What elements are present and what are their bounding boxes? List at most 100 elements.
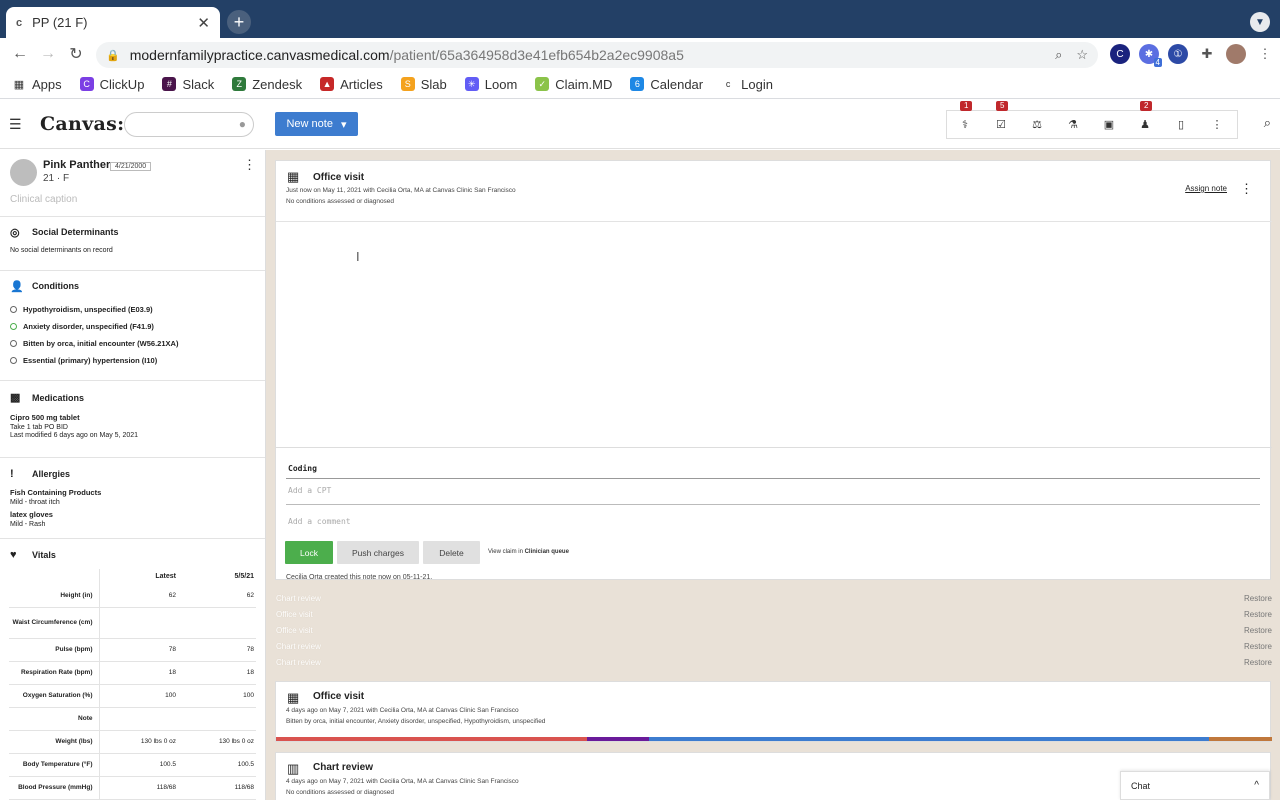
- past-note-card[interactable]: ▦ Office visit 4 days ago on May 7, 2021…: [275, 681, 1272, 742]
- clinical-caption[interactable]: Clinical caption: [10, 194, 77, 205]
- new-tab-button[interactable]: +: [227, 10, 251, 34]
- extension-gear-icon[interactable]: ✱ 4: [1139, 44, 1162, 67]
- social-empty: No social determinants on record: [10, 247, 113, 254]
- bookmark-clickup[interactable]: C ClickUp: [79, 77, 144, 92]
- note-title[interactable]: Office visit: [313, 172, 364, 183]
- url-path: /patient/65a364958d3e41efb654b2a2ec9908a…: [389, 47, 684, 63]
- condition-status-icon: [10, 357, 17, 364]
- comment-input[interactable]: Add a comment: [288, 517, 351, 526]
- conditions-section: 👤 Conditions Hypothyroidism, unspecified …: [0, 270, 265, 380]
- condition-item[interactable]: Anxiety disorder, unspecified (F41.9): [0, 318, 265, 335]
- chat-widget[interactable]: Chat ^: [1120, 771, 1270, 800]
- person-icon: ●: [238, 117, 246, 131]
- building-icon: ▦: [287, 169, 300, 184]
- allergies-header[interactable]: ! Allergies: [0, 458, 265, 489]
- vitals-table: Latest 5/5/21 Height (in) 62 62 Waist Circu…: [9, 569, 256, 800]
- close-tab-icon[interactable]: ✕: [197, 14, 210, 32]
- condition-item[interactable]: Essential (primary) hypertension (I10): [0, 352, 265, 369]
- address-bar[interactable]: 🔒 modernfamilypractice.canvasmedical.com…: [96, 42, 1098, 68]
- image-icon[interactable]: ▣: [1091, 118, 1127, 131]
- patient-avatar: [10, 159, 37, 186]
- assign-note-link[interactable]: Assign note: [1185, 184, 1227, 193]
- cpt-input[interactable]: Add a CPT: [288, 486, 331, 495]
- bookmarks-bar: ▦ Apps C ClickUp # Slack Z Zendesk ▲ Articles…: [0, 70, 1280, 99]
- patient-dob: 4/21/2000: [110, 162, 152, 171]
- tasks-checkbox-icon[interactable]: ☑ 5: [983, 101, 1019, 131]
- browser-toolbar: ← → ↻ 🔒 modernfamilypractice.canvasmedic…: [0, 38, 1280, 70]
- medication-name: Cipro 500 mg tablet: [10, 413, 80, 422]
- patient-search-input[interactable]: ●: [124, 112, 254, 137]
- bookmark-slack[interactable]: # Slack: [162, 77, 214, 92]
- status-bar-orange: [1209, 737, 1272, 741]
- chevron-up-icon[interactable]: ^: [1254, 780, 1259, 791]
- lab-flask-icon[interactable]: ⚗: [1055, 118, 1091, 131]
- allergies-section: ! Allergies Fish Containing Products Mild …: [0, 457, 265, 538]
- tab-search-icon[interactable]: ▼: [1250, 12, 1270, 32]
- back-icon[interactable]: ←: [6, 45, 34, 63]
- bookmark-slab[interactable]: S Slab: [400, 77, 447, 92]
- patient-name[interactable]: Pink Panther: [43, 159, 110, 171]
- forward-icon[interactable]: →: [34, 45, 62, 63]
- restore-link[interactable]: Restore: [1244, 610, 1272, 619]
- bookmark-star-icon[interactable]: ☆: [1076, 47, 1088, 63]
- restore-link[interactable]: Restore: [1244, 658, 1272, 667]
- browser-tab[interactable]: c PP (21 F) ✕: [6, 7, 220, 38]
- timeline: ▦ Office visit Just now on May 11, 2021 …: [266, 150, 1280, 800]
- hamburger-menu-icon[interactable]: ☰: [9, 116, 22, 133]
- referral-person-icon[interactable]: ♟ 2: [1127, 101, 1163, 131]
- social-header[interactable]: ◎ Social Determinants: [0, 217, 265, 247]
- caduceus-icon[interactable]: ⚕ 1: [947, 101, 983, 131]
- delete-button[interactable]: Delete: [423, 541, 480, 564]
- browser-menu-icon[interactable]: ⋮: [1255, 44, 1275, 64]
- patient-menu-icon[interactable]: ⋮: [243, 157, 256, 173]
- bookmark-claimmd[interactable]: ✓ Claim.MD: [535, 77, 612, 92]
- profile-avatar[interactable]: [1226, 44, 1246, 64]
- extension-password-icon[interactable]: ①: [1168, 44, 1188, 64]
- extensions-puzzle-icon[interactable]: ✚: [1197, 44, 1217, 64]
- app-header: ☰ Canvas: ● New note ▾ ⚕ 1 ☑ 5 ⚖ ⚗ ▣ ♟ 2 ▯ …: [0, 100, 1280, 149]
- new-note-button[interactable]: New note ▾: [275, 112, 358, 136]
- condition-item[interactable]: Bitten by orca, initial encounter (W56.2…: [0, 335, 265, 352]
- note-created-text: Cecilia Orta created this note now on 05…: [286, 574, 433, 581]
- vitals-row: Respiration Rate (bpm) 18 18: [9, 661, 256, 685]
- allergy-item[interactable]: latex gloves Mild - Rash: [0, 510, 265, 529]
- clinician-queue-link[interactable]: Clinician queue: [525, 549, 569, 555]
- note-menu-icon[interactable]: ⋮: [1240, 181, 1253, 197]
- vitals-header[interactable]: ♥ Vitals: [0, 539, 265, 571]
- restore-link[interactable]: Restore: [1244, 642, 1272, 651]
- more-options-icon[interactable]: ⋮: [1199, 118, 1235, 131]
- condition-item[interactable]: Hypothyroidism, unspecified (E03.9): [0, 301, 265, 318]
- lock-button[interactable]: Lock: [285, 541, 333, 564]
- heartbeat-icon: ♥: [10, 549, 17, 561]
- allergy-item[interactable]: Fish Containing Products Mild - throat it…: [0, 488, 265, 507]
- search-icon[interactable]: ⌕: [1264, 115, 1271, 131]
- deleted-note-row: Office visit Restore: [276, 625, 1272, 635]
- past-note-detail: Bitten by orca, initial encounter, Anxie…: [286, 718, 546, 725]
- status-bar-red: [276, 737, 587, 741]
- scale-icon[interactable]: ⚖: [1019, 118, 1055, 131]
- extension-c-icon[interactable]: C: [1110, 44, 1130, 64]
- medication-item[interactable]: Cipro 500 mg tablet Take 1 tab PO BID La…: [0, 413, 265, 441]
- status-bar-purple: [587, 737, 649, 741]
- lock-icon: 🔒: [106, 49, 120, 62]
- restore-link[interactable]: Restore: [1244, 626, 1272, 635]
- bookmark-loom[interactable]: ✳ Loom: [464, 77, 517, 92]
- medications-section: ▩ Medications Cipro 500 mg tablet Take 1 …: [0, 380, 265, 457]
- bookmark-articles[interactable]: ▲ Articles: [320, 77, 383, 92]
- restore-link[interactable]: Restore: [1244, 594, 1272, 603]
- bookmark-login[interactable]: c Login: [721, 77, 773, 92]
- document-icon[interactable]: ▯: [1163, 118, 1199, 131]
- coding-label: Coding: [288, 464, 317, 473]
- note-body[interactable]: [276, 222, 1272, 447]
- bookmark-calendar[interactable]: 6 Calendar: [630, 77, 703, 92]
- medications-header[interactable]: ▩ Medications: [0, 381, 265, 414]
- apps-grid-icon: ▦: [12, 77, 26, 91]
- push-charges-button[interactable]: Push charges: [337, 541, 419, 564]
- bookmark-apps[interactable]: ▦ Apps: [12, 77, 62, 92]
- conditions-header[interactable]: 👤 Conditions: [0, 271, 265, 301]
- bar-chart-icon: ▥: [287, 761, 300, 776]
- canvas-favicon-icon: c: [16, 16, 23, 29]
- reload-icon[interactable]: ↻: [62, 44, 90, 64]
- bookmark-zendesk[interactable]: Z Zendesk: [232, 77, 302, 92]
- zoom-icon[interactable]: ⌕: [1055, 47, 1062, 63]
